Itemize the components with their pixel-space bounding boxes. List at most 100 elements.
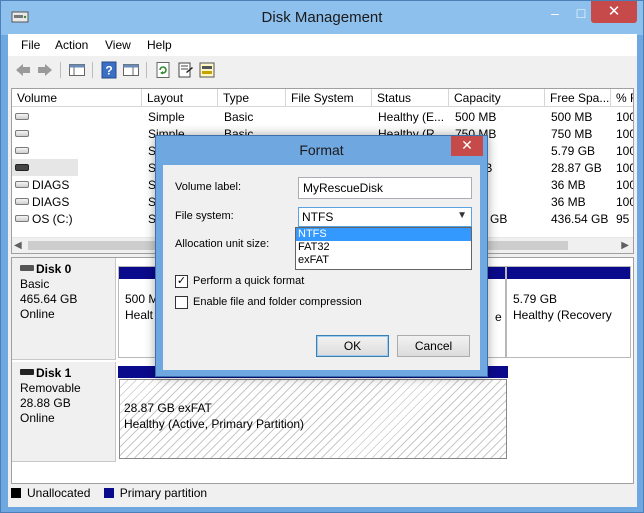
show-hide-console-tree-icon[interactable]: [68, 61, 86, 79]
file-system-caption: File system:: [175, 210, 234, 222]
quick-format-label[interactable]: Perform a quick format: [193, 275, 304, 287]
partition-text: 500 M Healt: [125, 291, 158, 323]
column-header-volume[interactable]: Volume: [12, 89, 142, 107]
title-bar[interactable]: Disk Management – □ ✕: [1, 1, 643, 35]
cell-free-space: 5.79 GB: [551, 144, 596, 158]
help-icon[interactable]: ?: [100, 61, 118, 79]
partition-size: 28.87 GB exFAT: [124, 401, 212, 415]
partition-size: 5.79 GB: [513, 292, 558, 306]
disk-state: Online: [20, 307, 55, 321]
compression-checkbox[interactable]: [175, 296, 188, 309]
disk-0-info[interactable]: Disk 0 Basic 465.64 GB Online: [12, 258, 116, 360]
column-header-file-system[interactable]: File System: [286, 89, 372, 107]
partition-text: 5.79 GB Healthy (Recovery: [513, 291, 612, 323]
column-header-percent-free[interactable]: % F: [611, 89, 633, 107]
disk-size: 28.88 GB: [20, 396, 71, 410]
column-header-capacity[interactable]: Capacity: [449, 89, 545, 107]
drive-icon: [15, 113, 29, 120]
properties-icon[interactable]: [176, 61, 194, 79]
disk-1-info[interactable]: Disk 1 Removable 28.88 GB Online: [12, 362, 116, 462]
forward-icon[interactable]: [36, 61, 54, 79]
disk-name: Disk 1: [36, 366, 72, 380]
cell-free-space: 28.87 GB: [551, 161, 602, 175]
quick-format-checkbox[interactable]: ✓: [175, 275, 188, 288]
cell-volume: DIAGS: [32, 195, 70, 209]
removable-disk-icon: [20, 369, 34, 375]
disk-type: Removable: [20, 381, 81, 395]
cell-capacity: GB: [490, 212, 508, 226]
volume-label-input[interactable]: MyRescueDisk: [298, 177, 472, 199]
cell-percent-free: 100: [616, 178, 633, 192]
legend-swatch-primary: [103, 488, 114, 498]
drive-icon: [15, 198, 29, 205]
column-header-type[interactable]: Type: [218, 89, 286, 107]
cell-percent-free: 95: [616, 212, 630, 226]
column-header-layout[interactable]: Layout: [142, 89, 218, 107]
scroll-left-arrow-icon[interactable]: ◀: [14, 240, 22, 251]
dropdown-option-ntfs[interactable]: NTFS: [296, 228, 471, 241]
back-icon[interactable]: [14, 61, 32, 79]
ok-button[interactable]: OK: [316, 335, 389, 357]
partition-exfat[interactable]: 28.87 GB exFAT Healthy (Active, Primary P…: [118, 366, 508, 460]
dropdown-option-exfat[interactable]: exFAT: [296, 254, 471, 267]
show-hide-action-pane-icon[interactable]: [122, 61, 140, 79]
column-header-status[interactable]: Status: [372, 89, 449, 107]
cell-free-space: 436.54 GB: [551, 212, 609, 226]
cell-volume: OS (C:): [32, 212, 73, 226]
cell-free-space: 750 MB: [551, 127, 593, 141]
toolbar: ?: [8, 56, 637, 84]
disk-icon: [20, 265, 34, 271]
partition-status: Healthy (Active, Primary Partition): [124, 417, 305, 431]
column-header-free-space[interactable]: Free Spa...: [545, 89, 611, 107]
cell-percent-free: 100: [616, 127, 633, 141]
cell-layout: Simple: [148, 110, 185, 124]
disk-name: Disk 0: [36, 262, 72, 276]
dropdown-option-fat32[interactable]: FAT32: [296, 241, 471, 254]
partition-status: Healt: [125, 308, 154, 322]
file-system-dropdown-list: NTFS FAT32 exFAT: [295, 227, 472, 270]
cell-status: Healthy (E...: [378, 110, 445, 124]
disk-state: Online: [20, 411, 55, 425]
menu-view[interactable]: View: [105, 38, 131, 52]
rescan-disks-icon[interactable]: [198, 61, 216, 79]
cell-free-space: 36 MB: [551, 178, 586, 192]
partition-status: Healthy (Recovery: [513, 308, 612, 322]
partition-size: 500 M: [125, 292, 159, 306]
drive-icon: [15, 215, 29, 222]
menu-action[interactable]: Action: [55, 38, 88, 52]
minimize-button[interactable]: –: [541, 3, 569, 23]
svg-text:?: ?: [105, 64, 112, 78]
disk-type: Basic: [20, 277, 50, 291]
volume-label-caption: Volume label:: [175, 181, 242, 193]
chevron-down-icon[interactable]: ▼: [457, 210, 467, 221]
legend-label-unallocated: Unallocated: [27, 486, 91, 500]
legend-label-primary: Primary partition: [119, 486, 208, 500]
allocation-unit-caption: Allocation unit size:: [175, 238, 270, 250]
compression-label[interactable]: Enable file and folder compression: [193, 296, 362, 308]
dialog-title: Format: [299, 142, 344, 158]
cell-capacity: 500 MB: [455, 110, 497, 124]
close-button[interactable]: ✕: [591, 1, 637, 23]
menu-help[interactable]: Help: [147, 38, 172, 52]
cell-volume: DIAGS: [32, 178, 70, 192]
menu-file[interactable]: File: [21, 38, 40, 52]
dialog-close-button[interactable]: ✕: [451, 136, 483, 156]
table-row[interactable]: Simple Basic Healthy (E... 500 MB 500 MB…: [12, 108, 633, 125]
menu-bar: File Action View Help: [8, 34, 637, 56]
cell-percent-free: 100: [616, 195, 633, 209]
drive-icon: [15, 147, 29, 154]
toolbar-separator: [146, 62, 147, 78]
partition-text-fragment: e: [495, 310, 502, 324]
partition-recovery[interactable]: 5.79 GB Healthy (Recovery: [506, 266, 631, 358]
toolbar-separator: [60, 62, 61, 78]
refresh-icon[interactable]: [154, 61, 172, 79]
partition-bar: [507, 267, 630, 279]
scroll-right-arrow-icon[interactable]: ▶: [621, 240, 629, 251]
legend-swatch-unallocated: [11, 488, 21, 498]
file-system-select[interactable]: NTFS ▼: [298, 207, 472, 227]
cancel-button[interactable]: Cancel: [397, 335, 470, 357]
drive-icon: [15, 181, 29, 188]
cell-percent-free: 100: [616, 161, 633, 175]
cell-free-space: 500 MB: [551, 110, 593, 124]
removable-drive-icon: [15, 164, 29, 171]
